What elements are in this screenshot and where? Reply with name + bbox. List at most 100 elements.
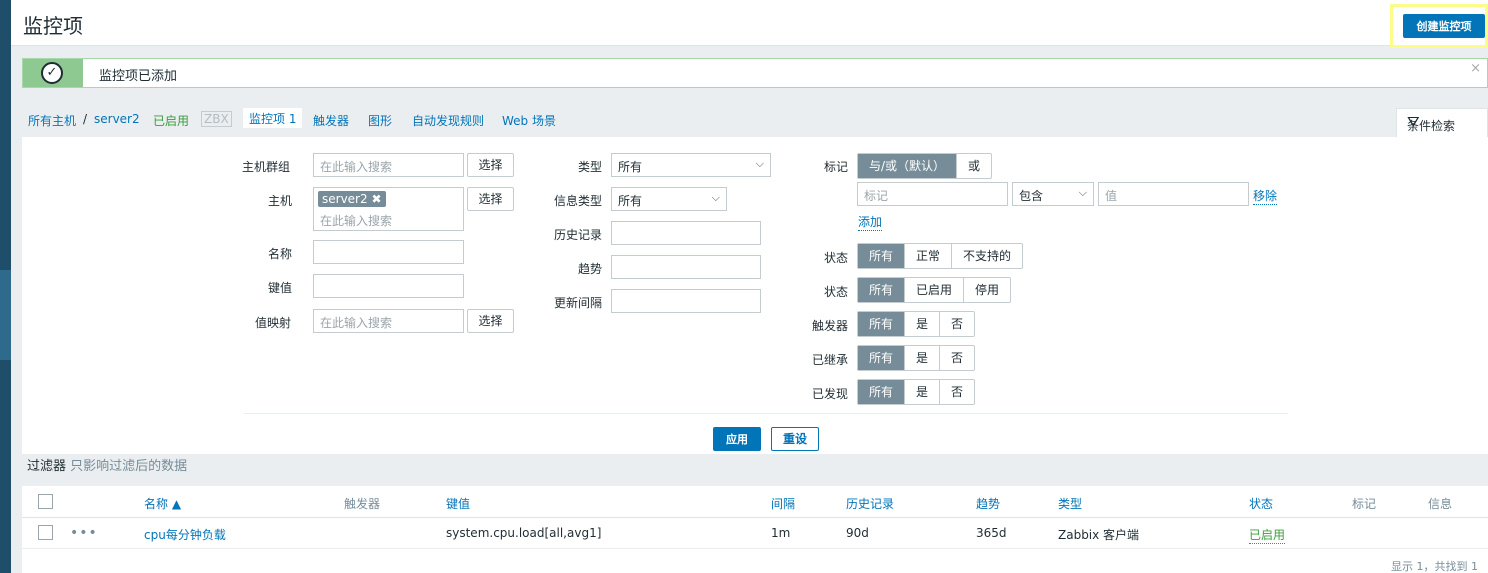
row-divider xyxy=(22,548,1488,549)
column-header-triggers: 触发器 xyxy=(344,497,381,511)
host-navigation: 所有主机 / server2 已启用 ZBX 监控项 1 触发器 图形 自动发现… xyxy=(11,108,1488,132)
filter-note-subtitle: 只影响过滤后的数据 xyxy=(70,459,188,474)
triggers-no[interactable]: 否 xyxy=(939,312,974,336)
item-type: Zabbix 客户端 xyxy=(1058,528,1140,542)
host-label: 主机 xyxy=(268,194,293,208)
host-input-placeholder: 在此输入搜索 xyxy=(320,214,393,228)
column-header-key[interactable]: 键值 xyxy=(446,495,470,512)
status-enabled[interactable]: 已启用 xyxy=(904,278,963,302)
apply-button[interactable]: 应用 xyxy=(713,427,761,451)
valuemap-label: 值映射 xyxy=(255,316,292,330)
breadcrumb-host[interactable]: server2 xyxy=(94,112,140,126)
column-header-status[interactable]: 状态 xyxy=(1249,495,1273,512)
tab-graphs[interactable]: 图形 xyxy=(368,112,392,129)
sidebar-strip xyxy=(0,270,11,360)
select-all-checkbox[interactable] xyxy=(38,494,53,509)
zbx-availability-badge: ZBX xyxy=(201,111,232,127)
column-header-trends[interactable]: 趋势 xyxy=(976,495,1000,512)
status-all[interactable]: 所有 xyxy=(858,278,905,302)
trends-input[interactable] xyxy=(611,255,761,279)
result-count: 显示 1，共找到 1 xyxy=(1391,560,1478,573)
host-chip: server2 ✖ xyxy=(318,191,386,207)
row-checkbox[interactable] xyxy=(38,525,53,540)
tag-remove-link[interactable]: 移除 xyxy=(1253,187,1278,205)
host-input[interactable]: server2 ✖ 在此输入搜索 xyxy=(313,187,464,231)
status-disabled[interactable]: 停用 xyxy=(963,278,1010,302)
state-normal[interactable]: 正常 xyxy=(904,244,951,268)
inherited-label: 已继承 xyxy=(812,353,849,367)
trends-label: 趋势 xyxy=(578,262,603,276)
history-input[interactable] xyxy=(611,221,761,245)
host-group-input[interactable]: 在此输入搜索 xyxy=(313,153,464,177)
tab-items[interactable]: 监控项 1 xyxy=(243,108,303,128)
chevron-down-icon: ⌵ xyxy=(711,191,720,204)
tags-label: 标记 xyxy=(824,160,849,174)
discovered-toggle: 所有 是 否 xyxy=(857,379,976,405)
name-input[interactable] xyxy=(313,240,464,264)
reset-button[interactable]: 重设 xyxy=(771,427,819,451)
page-title: 监控项 xyxy=(23,14,83,38)
interval-input[interactable] xyxy=(611,289,761,313)
tags-mode-and-or[interactable]: 与/或（默认） xyxy=(858,154,957,178)
main-area: 监控项 创建监控项 ✓ 监控项已添加 × 所有主机 / server2 已启用 … xyxy=(11,0,1488,573)
column-header-type[interactable]: 类型 xyxy=(1058,495,1082,512)
status-toggle: 所有 已启用 停用 xyxy=(857,277,1012,303)
item-key: system.cpu.load[all,avg1] xyxy=(446,526,602,540)
tag-value-input[interactable]: 值 xyxy=(1098,182,1249,206)
filter-panel: 主机群组 在此输入搜索 选择 主机 server2 ✖ 在此输入搜索 选择 名称… xyxy=(22,137,1488,454)
discovered-all[interactable]: 所有 xyxy=(858,380,905,404)
triggers-toggle: 所有 是 否 xyxy=(857,311,976,337)
host-group-select-button[interactable]: 选择 xyxy=(467,153,514,177)
valuemap-select-button[interactable]: 选择 xyxy=(467,309,514,333)
success-message: ✓ 监控项已添加 × xyxy=(22,58,1488,88)
triggers-all[interactable]: 所有 xyxy=(858,312,905,336)
item-status-toggle[interactable]: 已启用 xyxy=(1249,526,1286,544)
item-interval: 1m xyxy=(771,526,791,540)
chip-remove-icon[interactable]: ✖ xyxy=(371,192,381,206)
breadcrumb-all-hosts[interactable]: 所有主机 xyxy=(28,112,76,129)
state-all[interactable]: 所有 xyxy=(858,244,905,268)
triggers-filter-label: 触发器 xyxy=(812,319,849,333)
discovered-yes[interactable]: 是 xyxy=(904,380,939,404)
tag-operator-select[interactable]: 包含 ⌵ xyxy=(1012,182,1094,206)
tag-add-link[interactable]: 添加 xyxy=(858,213,883,231)
valuemap-input[interactable]: 在此输入搜索 xyxy=(313,309,464,333)
tab-web-scenarios[interactable]: Web 场景 xyxy=(502,112,556,129)
discovered-no[interactable]: 否 xyxy=(939,380,974,404)
interval-label: 更新间隔 xyxy=(554,296,603,310)
host-enabled-status[interactable]: 已启用 xyxy=(153,112,189,129)
funnel-icon: ⛛ xyxy=(1407,113,1420,131)
breadcrumb-separator: / xyxy=(83,112,88,126)
item-name-link[interactable]: cpu每分钟负载 xyxy=(144,526,226,543)
host-select-button[interactable]: 选择 xyxy=(467,187,514,211)
filter-note-title: 过滤器 xyxy=(27,459,67,474)
page-header: 监控项 创建监控项 xyxy=(11,0,1488,48)
type-select[interactable]: 所有 ⌵ xyxy=(611,153,771,177)
history-label: 历史记录 xyxy=(554,228,603,242)
info-type-select-value: 所有 xyxy=(618,194,643,208)
type-select-value: 所有 xyxy=(618,160,643,174)
inherited-no[interactable]: 否 xyxy=(939,346,974,370)
triggers-yes[interactable]: 是 xyxy=(904,312,939,336)
check-circle-icon: ✓ xyxy=(41,62,63,84)
state-unsupported[interactable]: 不支持的 xyxy=(951,244,1022,268)
create-item-button[interactable]: 创建监控项 xyxy=(1403,14,1485,38)
filter-note: 过滤器 只影响过滤后的数据 xyxy=(27,455,187,474)
close-icon[interactable]: × xyxy=(1470,61,1481,76)
chevron-down-icon: ⌵ xyxy=(1078,186,1087,199)
tab-discovery-rules[interactable]: 自动发现规则 xyxy=(412,112,484,129)
filter-divider xyxy=(244,413,1288,414)
row-actions-menu-icon[interactable]: ••• xyxy=(70,525,98,541)
info-type-select[interactable]: 所有 ⌵ xyxy=(611,187,727,211)
inherited-yes[interactable]: 是 xyxy=(904,346,939,370)
tab-triggers[interactable]: 触发器 xyxy=(313,112,349,129)
items-table: 名称 ▲ 触发器 键值 间隔 历史记录 趋势 类型 状态 标记 信息 ••• c… xyxy=(22,486,1488,573)
filter-toggle-tab[interactable]: 条件检索 ⛛ xyxy=(1396,108,1488,138)
tags-mode-or[interactable]: 或 xyxy=(956,154,991,178)
inherited-all[interactable]: 所有 xyxy=(858,346,905,370)
tag-name-input[interactable]: 标记 xyxy=(857,182,1008,206)
column-header-interval[interactable]: 间隔 xyxy=(771,495,795,512)
column-header-name[interactable]: 名称 ▲ xyxy=(144,495,181,512)
key-input[interactable] xyxy=(313,274,464,298)
column-header-history[interactable]: 历史记录 xyxy=(846,495,894,512)
